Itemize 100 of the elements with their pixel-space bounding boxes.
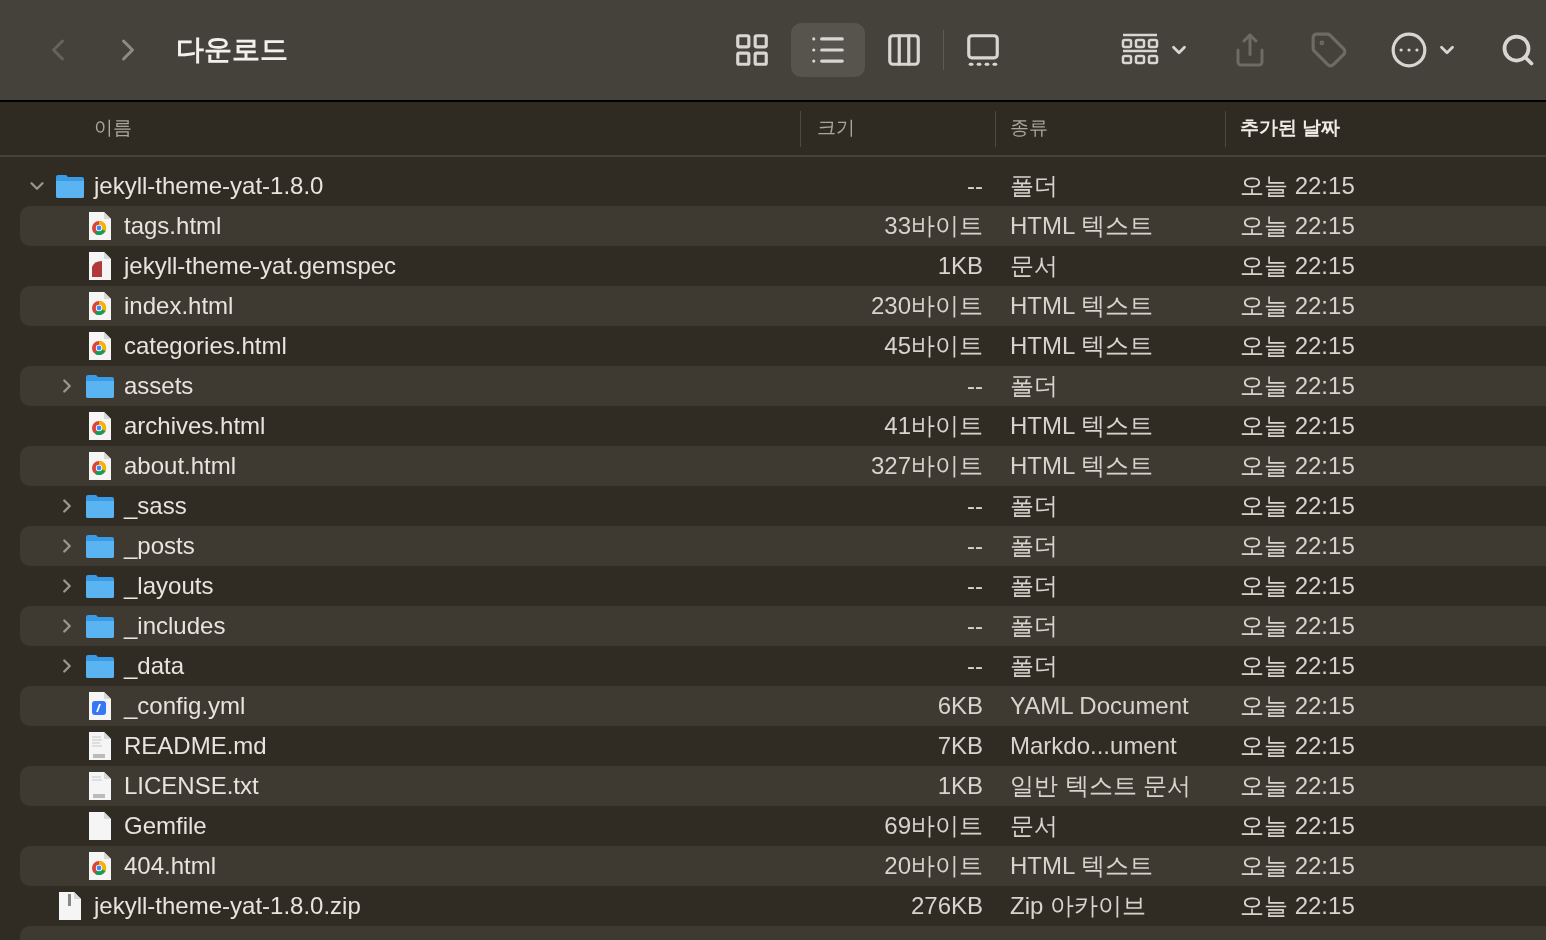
file-row[interactable]: _sass -- 폴더 오늘 22:15 [20,486,1546,526]
file-row[interactable]: tags.html 33바이트 HTML 텍스트 오늘 22:15 [20,206,1546,246]
markdown-file-icon [87,731,113,761]
file-name: LICENSE.txt [124,771,259,801]
file-name: assets [124,371,194,401]
file-name: jekyll-theme-yat-1.8.0 [94,171,324,201]
file-kind: 일반 텍스트 문서 [1010,771,1193,801]
file-name: 404.html [124,851,217,881]
file-row[interactable]: _layouts -- 폴더 오늘 22:15 [20,566,1546,606]
folder-icon [55,173,85,199]
date-added: 오늘 22:15 [1240,851,1355,881]
file-kind: 폴더 [1010,171,1059,201]
file-kind: 문서 [1010,811,1059,841]
file-size: -- [966,571,983,601]
browser-file-icon [87,291,113,321]
date-added: 오늘 22:15 [1240,691,1355,721]
file-size: -- [966,371,983,401]
browser-file-icon [87,851,113,881]
file-name: _sass [124,491,187,521]
file-kind: HTML 텍스트 [1010,851,1155,881]
date-added: 오늘 22:15 [1240,571,1355,601]
file-size: 276KB [909,891,983,921]
file-row[interactable]: Gemfile 69바이트 문서 오늘 22:15 [20,806,1546,846]
file-row[interactable]: categories.html 45바이트 HTML 텍스트 오늘 22:15 [20,326,1546,366]
file-row[interactable]: LICENSE.txt 1KB 일반 텍스트 문서 오늘 22:15 [20,766,1546,806]
file-name: jekyll-theme-yat.gemspec [124,251,397,281]
date-added: 오늘 22:15 [1240,251,1355,281]
column-header[interactable]: 크기 [817,114,855,143]
file-name: _posts [124,531,195,561]
date-added: 오늘 22:15 [1240,451,1355,481]
file-row[interactable]: jekyll-theme-yat.gemspec 1KB 문서 오늘 22:15 [20,246,1546,286]
window-title: 다운로드 [176,33,288,67]
date-added: 오늘 22:15 [1240,891,1355,921]
file-kind: 폴더 [1010,571,1059,601]
file-name: index.html [124,291,234,321]
file-row[interactable]: _data -- 폴더 오늘 22:15 [20,646,1546,686]
file-name: _includes [124,611,226,641]
date-added: 오늘 22:15 [1240,771,1355,801]
columns-view-icon [885,31,923,69]
file-row[interactable]: jekyll-theme-yat-1.8.0.zip 276KB Zip 아카이브 오늘 22:15 [20,886,1546,926]
file-size: -- [966,491,983,521]
file-kind: HTML 텍스트 [1010,211,1155,241]
grid-icon [1120,33,1160,67]
folder-icon [85,533,115,559]
archive-icon [57,891,83,921]
date-added: 오늘 22:15 [1240,651,1355,681]
file-size: 69바이트 [883,811,983,841]
file-size: 327바이트 [869,451,983,481]
file-name: _data [124,651,185,681]
file-name: tags.html [124,211,222,241]
folder-icon [85,573,115,599]
file-size: 7KB [936,731,983,761]
file-row[interactable]: 404.html 20바이트 HTML 텍스트 오늘 22:15 [20,846,1546,886]
file-row[interactable]: README.md 7KB Markdo...ument 오늘 22:15 [20,726,1546,766]
file-row[interactable]: _includes -- 폴더 오늘 22:15 [20,606,1546,646]
file-kind: 폴더 [1010,651,1059,681]
file-kind: HTML 텍스트 [1010,291,1155,321]
file-size: 20바이트 [883,851,983,881]
file-kind: HTML 텍스트 [1010,451,1155,481]
file-size: 45바이트 [883,331,983,361]
file-kind: 폴더 [1010,611,1059,641]
file-kind: Zip 아카이브 [1010,891,1147,921]
file-row[interactable]: _config.yml 6KB YAML Document 오늘 22:15 [20,686,1546,726]
text-file-icon [87,771,113,801]
file-size: -- [966,651,983,681]
file-row[interactable]: jekyll-theme-yat-1.8.0 -- 폴더 오늘 22:15 [20,166,1546,206]
date-added: 오늘 22:15 [1240,811,1355,841]
date-added: 오늘 22:15 [1240,291,1355,321]
date-added: 오늘 22:15 [1240,611,1355,641]
file-row[interactable]: _posts -- 폴더 오늘 22:15 [20,526,1546,566]
file-kind: 문서 [1010,251,1059,281]
date-added: 오늘 22:15 [1240,371,1355,401]
file-kind: 폴더 [1010,371,1059,401]
list-view-button[interactable] [791,23,865,77]
date-added: 오늘 22:15 [1240,411,1355,441]
browser-file-icon [87,451,113,481]
browser-file-icon [87,211,113,241]
browser-file-icon [87,331,113,361]
file-kind: Markdo...ument [1010,731,1178,761]
column-header[interactable]: 종류 [1010,114,1048,143]
file-kind: 폴더 [1010,491,1059,521]
file-size: -- [966,171,983,201]
file-row[interactable]: archives.html 41바이트 HTML 텍스트 오늘 22:15 [20,406,1546,446]
file-name: _config.yml [124,691,246,721]
folder-icon [85,613,115,639]
file-row[interactable]: assets -- 폴더 오늘 22:15 [20,366,1546,406]
file-row[interactable]: about.html 327바이트 HTML 텍스트 오늘 22:15 [20,446,1546,486]
gallery-view-icon [964,31,1002,69]
folder-icon [85,493,115,519]
search-button[interactable] [1500,32,1536,68]
date-added: 오늘 22:15 [1240,331,1355,361]
file-row[interactable]: index.html 230바이트 HTML 텍스트 오늘 22:15 [20,286,1546,326]
file-name: Gemfile [124,811,207,841]
file-name: categories.html [124,331,287,361]
column-header[interactable]: 이름 [94,114,132,143]
file-name: README.md [124,731,267,761]
file-size: -- [966,531,983,561]
file-kind: HTML 텍스트 [1010,411,1155,441]
document-icon [87,811,113,841]
column-header[interactable]: 추가된 날짜 [1240,114,1341,143]
